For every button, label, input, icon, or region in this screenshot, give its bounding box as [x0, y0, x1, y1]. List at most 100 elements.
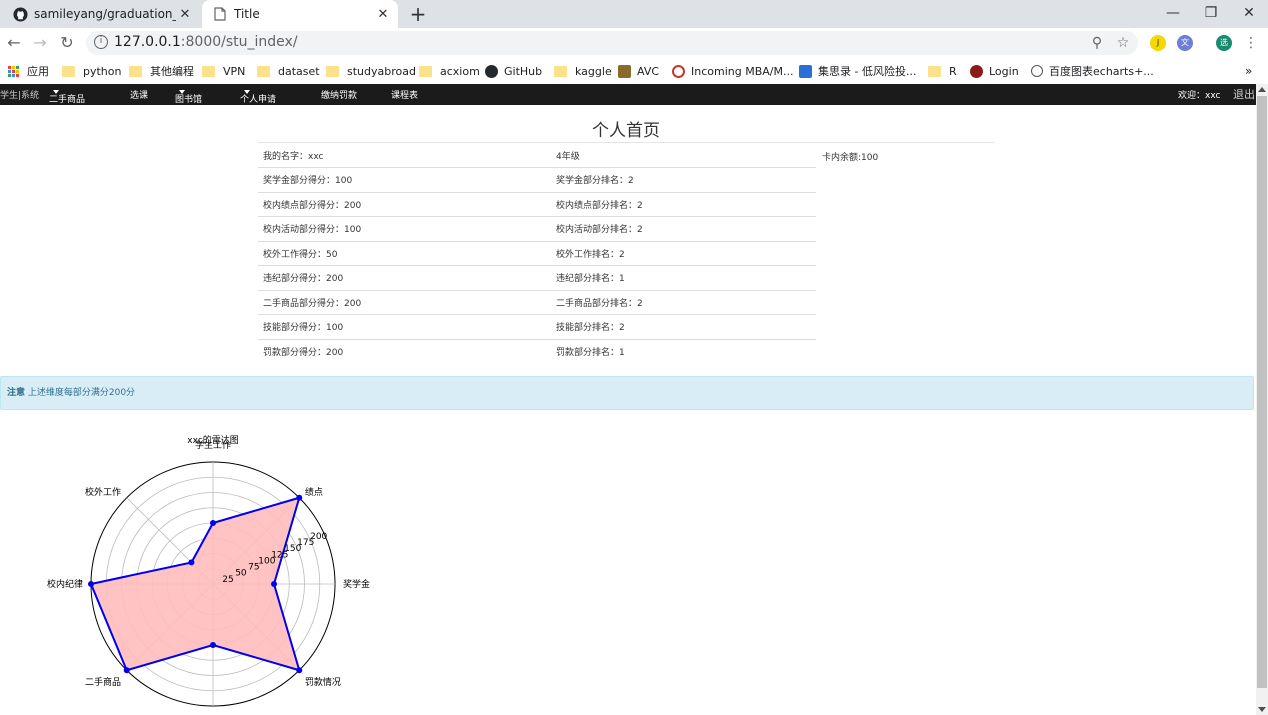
tab-github-repo[interactable]: samileyang/graduation_projec ✕: [2, 0, 200, 28]
radar-tick-label: 200: [310, 532, 327, 542]
extension-j-icon[interactable]: J: [1150, 35, 1166, 51]
site-navbar: 学生|系统 二手商品 选课 图书馆 个人申请 缴纳罚款 课程表 欢迎：xxc 退…: [0, 84, 1256, 105]
table-cell: 校内绩点部分排名：2: [551, 191, 816, 217]
table-cell: 技能部分得分：100: [258, 314, 551, 339]
table-cell: 4年级: [556, 151, 580, 162]
scroll-up-icon[interactable]: [1258, 87, 1266, 92]
table-cell: 我的名字：xxc: [263, 151, 324, 162]
bookmark-apps[interactable]: 应用: [8, 63, 49, 79]
welcome-text: 欢迎：xxc: [1178, 91, 1221, 101]
star-icon[interactable]: ☆: [1114, 34, 1132, 52]
window-close-icon[interactable]: ✕: [1230, 0, 1268, 28]
zoom-icon[interactable]: ⚲: [1088, 34, 1106, 52]
table-cell: 奖学金部分得分：100: [258, 167, 551, 192]
radar-point: [296, 667, 303, 674]
radar-point: [210, 642, 216, 648]
bookmark-avc[interactable]: AVC: [618, 63, 659, 79]
nav-item-timetable[interactable]: 课程表: [391, 88, 418, 101]
bookmark-github[interactable]: GitHub: [485, 63, 542, 79]
folder-icon: [257, 65, 270, 77]
radar-point: [123, 667, 130, 674]
scroll-thumb[interactable]: [1257, 96, 1267, 688]
bookmark-r[interactable]: R: [928, 63, 957, 79]
brand[interactable]: 学生|系统: [0, 88, 39, 101]
bookmark-kaggle[interactable]: kaggle: [554, 63, 612, 79]
reload-icon[interactable]: ↻: [57, 33, 77, 53]
nav-item-personal-application[interactable]: 个人申请: [240, 88, 276, 105]
avc-icon: [618, 64, 631, 78]
bookmark-incoming-mba[interactable]: Incoming MBA/M...: [672, 63, 793, 79]
bookmark-echarts[interactable]: 百度图表echarts+...: [1031, 63, 1154, 79]
folder-icon: [419, 65, 432, 77]
table-cell: 校内活动部分排名：2: [551, 216, 816, 241]
table-row: 校外工作得分：50 校外工作排名：2: [258, 240, 816, 266]
radar-axis-label: 校外工作: [85, 486, 121, 498]
table-row: 二手商品部分得分：200 二手商品部分排名：2: [258, 289, 816, 315]
table-cell: 违纪部分得分：200: [258, 265, 551, 290]
tab-title-page[interactable]: Title ✕: [202, 0, 398, 28]
forward-icon[interactable]: →: [30, 33, 50, 53]
target-icon: [672, 64, 685, 78]
folder-icon: [129, 65, 142, 77]
table-cell: 校内活动部分得分：100: [258, 216, 551, 241]
table-row: 我的名字：xxc 4年级: [258, 143, 816, 168]
radar-axis-label: 罚款情况: [305, 676, 341, 688]
bookmark-dataset[interactable]: dataset: [257, 63, 320, 79]
minimize-icon[interactable]: —: [1154, 0, 1192, 28]
bookmark-other-programming[interactable]: 其他编程: [129, 63, 194, 79]
nav-item-library[interactable]: 图书馆: [175, 88, 202, 105]
radar-tick-label: 50: [235, 569, 247, 579]
address-bar[interactable]: i 127.0.0.1:8000/stu_index/ ⚲ ☆: [86, 31, 1138, 55]
table-cell: 奖学金部分排名：2: [551, 167, 816, 192]
close-icon[interactable]: ✕: [176, 7, 194, 22]
table-row: 校内绩点部分得分：200 校内绩点部分排名：2: [258, 191, 816, 217]
page-scrollbar[interactable]: [1256, 84, 1268, 715]
extension-translate-icon[interactable]: 文: [1177, 35, 1193, 51]
new-tab-button[interactable]: +: [408, 3, 428, 25]
tab-title: samileyang/graduation_projec: [34, 7, 176, 21]
close-icon[interactable]: ✕: [374, 7, 392, 22]
radar-axis-label: 绩点: [305, 486, 323, 498]
table-cell: 罚款部分排名：1: [551, 338, 816, 364]
bookmark-studyabroad[interactable]: studyabroad: [326, 63, 416, 79]
notice-strong: 注意: [7, 388, 26, 398]
nav-item-secondhand[interactable]: 二手商品: [49, 88, 85, 105]
bookmark-python[interactable]: python: [62, 63, 121, 79]
radar-chart: 255075100125150175200学生工作绩点奖学金罚款情况二手商品校内…: [47, 434, 370, 707]
table-row: 奖学金部分得分：100 奖学金部分排名：2: [258, 167, 816, 192]
table-row: 技能部分得分：100 技能部分排名：2: [258, 314, 816, 339]
table-row: 校内活动部分得分：100 校内活动部分排名：2: [258, 216, 816, 241]
bookmarks-bar: 应用 python 其他编程 VPN dataset studyabroad a…: [0, 58, 1268, 82]
echarts-icon: [1031, 65, 1043, 77]
apps-grid-icon: [8, 65, 19, 77]
radar-series-area: [89, 496, 301, 672]
profile-avatar[interactable]: 选: [1216, 35, 1232, 51]
bookmark-login[interactable]: Login: [970, 63, 1019, 79]
radar-axis-label: 二手商品: [85, 676, 121, 688]
bookmarks-overflow-icon[interactable]: »: [1245, 63, 1252, 79]
radar-tick-label: 25: [222, 575, 233, 585]
bookmark-jisilu[interactable]: 集思录 - 低风险投...: [799, 63, 916, 79]
menu-icon[interactable]: ⋮: [1241, 33, 1261, 53]
table-cell: 罚款部分得分：200: [258, 338, 551, 364]
info-icon[interactable]: i: [94, 35, 108, 49]
radar-point: [210, 520, 216, 526]
table-cell: 违纪部分排名：1: [551, 265, 816, 290]
nav-item-pay-fine[interactable]: 缴纳罚款: [321, 88, 357, 101]
logout-link[interactable]: 退出: [1233, 86, 1255, 102]
table-cell: 二手商品部分得分：200: [258, 289, 551, 315]
nav-item-course-selection[interactable]: 选课: [130, 88, 148, 101]
bookmark-vpn[interactable]: VPN: [202, 63, 245, 79]
restore-icon[interactable]: ❐: [1192, 0, 1230, 28]
scroll-down-icon[interactable]: [1258, 707, 1266, 712]
folder-icon: [554, 65, 567, 77]
folder-icon: [202, 65, 215, 77]
back-icon[interactable]: ←: [4, 33, 24, 53]
page-icon: [212, 6, 228, 22]
login-icon: [970, 64, 983, 78]
notice-alert: 注意 上述维度每部分满分200分: [0, 376, 1254, 410]
url-text: 127.0.0.1:8000/stu_index/: [114, 34, 298, 50]
radar-title: xxc的雷达图: [187, 434, 238, 446]
bookmark-acxiom[interactable]: acxiom: [419, 63, 480, 79]
table-cell: 校外工作得分：50: [258, 240, 551, 266]
